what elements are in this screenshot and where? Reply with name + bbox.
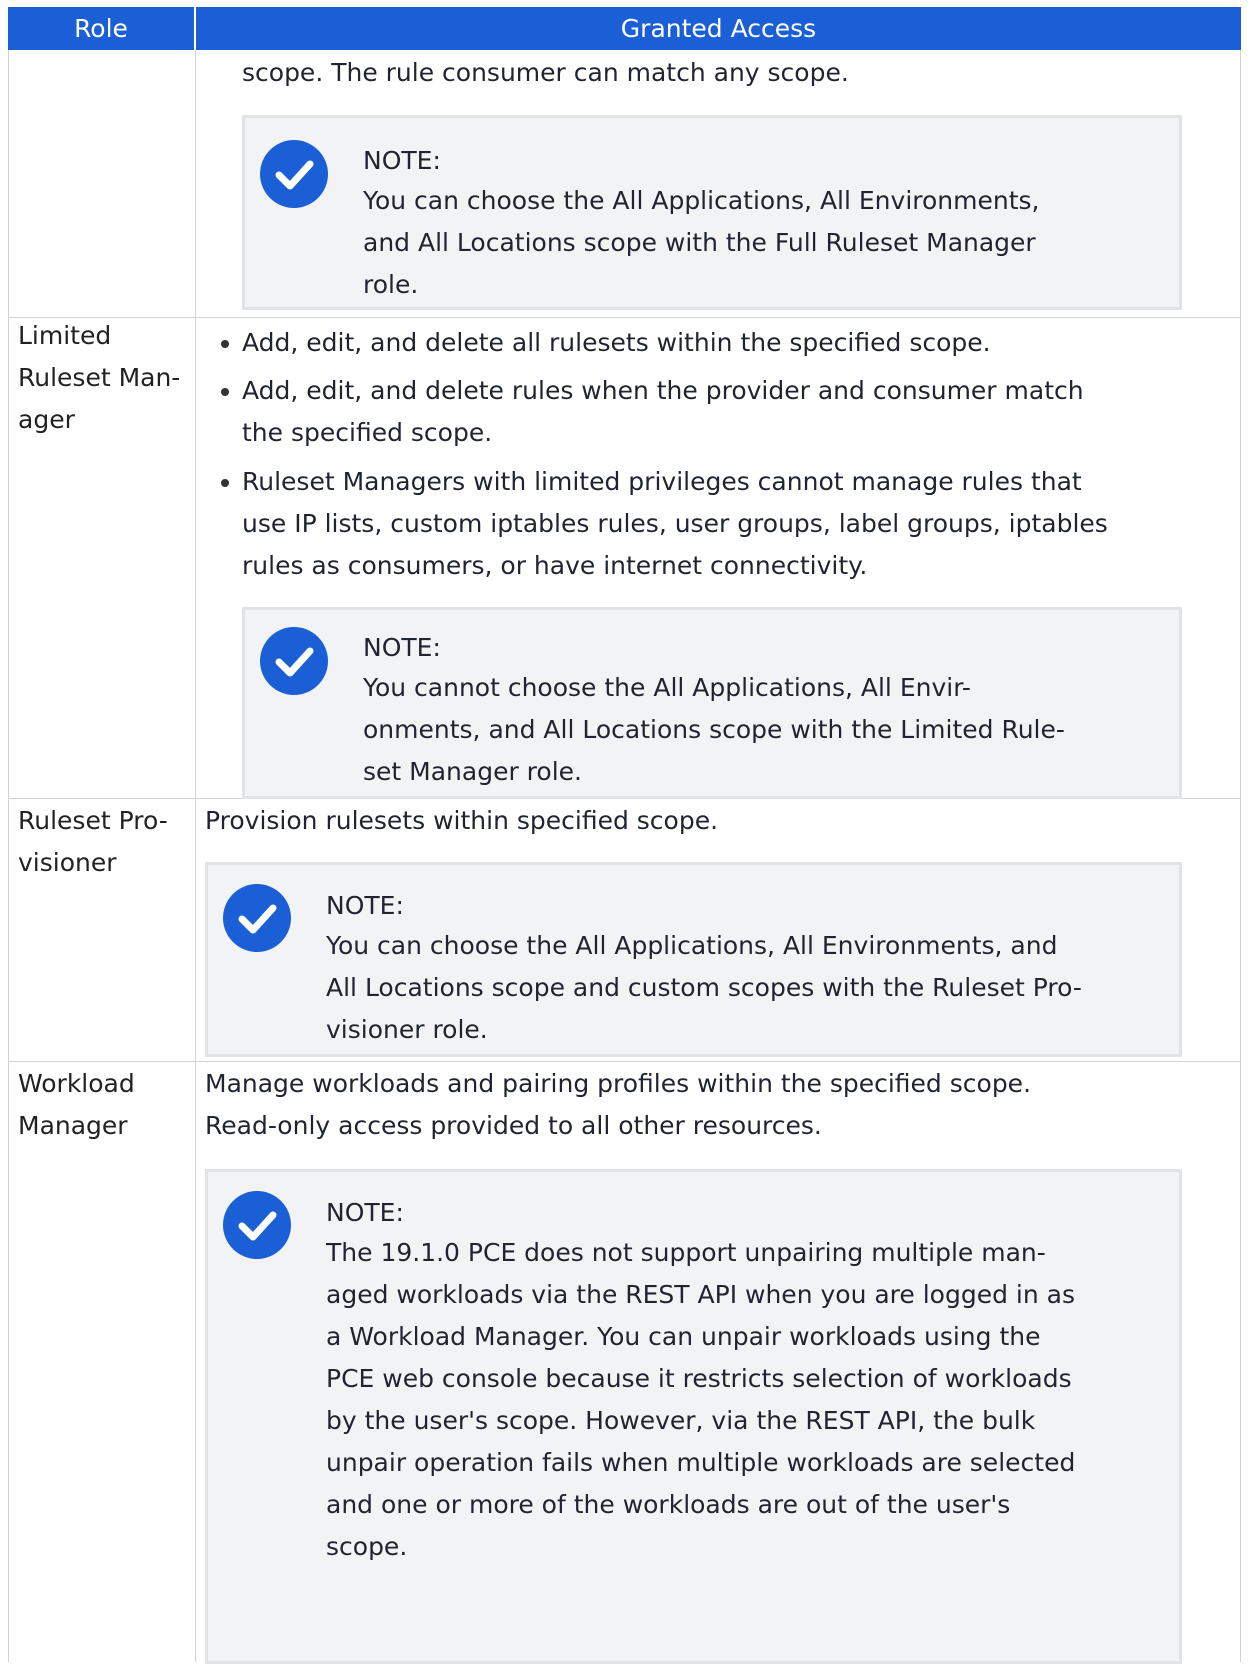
- role-name: ager: [18, 405, 75, 434]
- note-text: You can choose the All Applications, All…: [363, 186, 1040, 215]
- role-cell: [9, 50, 196, 317]
- bullet-text: Ruleset Managers with limited privileges…: [242, 467, 1082, 496]
- table-row: Limited Ruleset Man- ager Add, edit, and…: [8, 318, 1241, 799]
- note-text: aged workloads via the REST API when you…: [326, 1280, 1075, 1309]
- check-circle-icon: [223, 884, 291, 952]
- role-cell: Workload Manager: [9, 1062, 196, 1662]
- note-label: NOTE:: [326, 891, 404, 920]
- table-row: Workload Manager Manage workloads and pa…: [8, 1062, 1241, 1664]
- table-row: Ruleset Pro- visioner Provision rulesets…: [8, 799, 1241, 1062]
- bullet: [221, 388, 229, 396]
- access-text: Manage workloads and pairing profiles wi…: [205, 1069, 1032, 1098]
- note-text: by the user's scope. However, via the RE…: [326, 1406, 1036, 1435]
- note-text: visioner role.: [326, 1015, 488, 1044]
- bullet-text: use IP lists, custom iptables rules, use…: [242, 509, 1108, 538]
- note-text: scope.: [326, 1532, 408, 1561]
- role-name: Manager: [18, 1111, 128, 1140]
- role-name: visioner: [18, 848, 117, 877]
- role-name: Ruleset Pro-: [18, 806, 168, 835]
- bullet-text: rules as consumers, or have internet con…: [242, 551, 868, 580]
- note-text: unpair operation fails when multiple wor…: [326, 1448, 1076, 1477]
- access-text: Read-only access provided to all other r…: [205, 1111, 822, 1140]
- note-label: NOTE:: [326, 1198, 404, 1227]
- check-circle-icon: [260, 627, 328, 695]
- role-name: Limited: [18, 321, 112, 350]
- role-cell: Ruleset Pro- visioner: [9, 799, 196, 1061]
- note-text: set Manager role.: [363, 757, 582, 786]
- note-box: NOTE: You can choose the All Application…: [205, 862, 1182, 1057]
- column-header-role: Role: [8, 7, 196, 50]
- bullet: [221, 340, 229, 348]
- note-box: NOTE: The 19.1.0 PCE does not support un…: [205, 1169, 1182, 1664]
- role-cell: Limited Ruleset Man- ager: [9, 318, 196, 798]
- bullet: [221, 479, 229, 487]
- check-circle-icon: [260, 140, 328, 208]
- role-name: Ruleset Man-: [18, 363, 181, 392]
- note-text: You can choose the All Applications, All…: [326, 931, 1058, 960]
- table-header: Role Granted Access: [8, 7, 1241, 50]
- role-name: Workload: [18, 1069, 135, 1098]
- note-text: and one or more of the workloads are out…: [326, 1490, 1011, 1519]
- note-label: NOTE:: [363, 633, 441, 662]
- table-row: scope. The rule consumer can match any s…: [8, 50, 1241, 318]
- note-text: PCE web console because it restricts sel…: [326, 1364, 1072, 1393]
- bullet-text: the specified scope.: [242, 418, 493, 447]
- note-text: onments, and All Locations scope with th…: [363, 715, 1065, 744]
- check-circle-icon: [223, 1191, 291, 1259]
- bullet-text: Add, edit, and delete rules when the pro…: [242, 376, 1084, 405]
- note-text: a Workload Manager. You can unpair workl…: [326, 1322, 1041, 1351]
- note-text: You cannot choose the All Applications, …: [363, 673, 971, 702]
- note-text: All Locations scope and custom scopes wi…: [326, 973, 1082, 1002]
- access-text: scope. The rule consumer can match any s…: [242, 58, 849, 87]
- note-text: The 19.1.0 PCE does not support unpairin…: [326, 1238, 1046, 1267]
- note-label: NOTE:: [363, 146, 441, 175]
- column-header-granted-access: Granted Access: [620, 14, 817, 43]
- bullet-text: Add, edit, and delete all rulesets withi…: [242, 328, 991, 357]
- note-text: role.: [363, 270, 419, 299]
- access-text: Provision rulesets within specified scop…: [205, 806, 719, 835]
- note-box: NOTE: You can choose the All Application…: [242, 115, 1182, 310]
- note-box: NOTE: You cannot choose the All Applicat…: [242, 607, 1182, 799]
- note-text: and All Locations scope with the Full Ru…: [363, 228, 1036, 257]
